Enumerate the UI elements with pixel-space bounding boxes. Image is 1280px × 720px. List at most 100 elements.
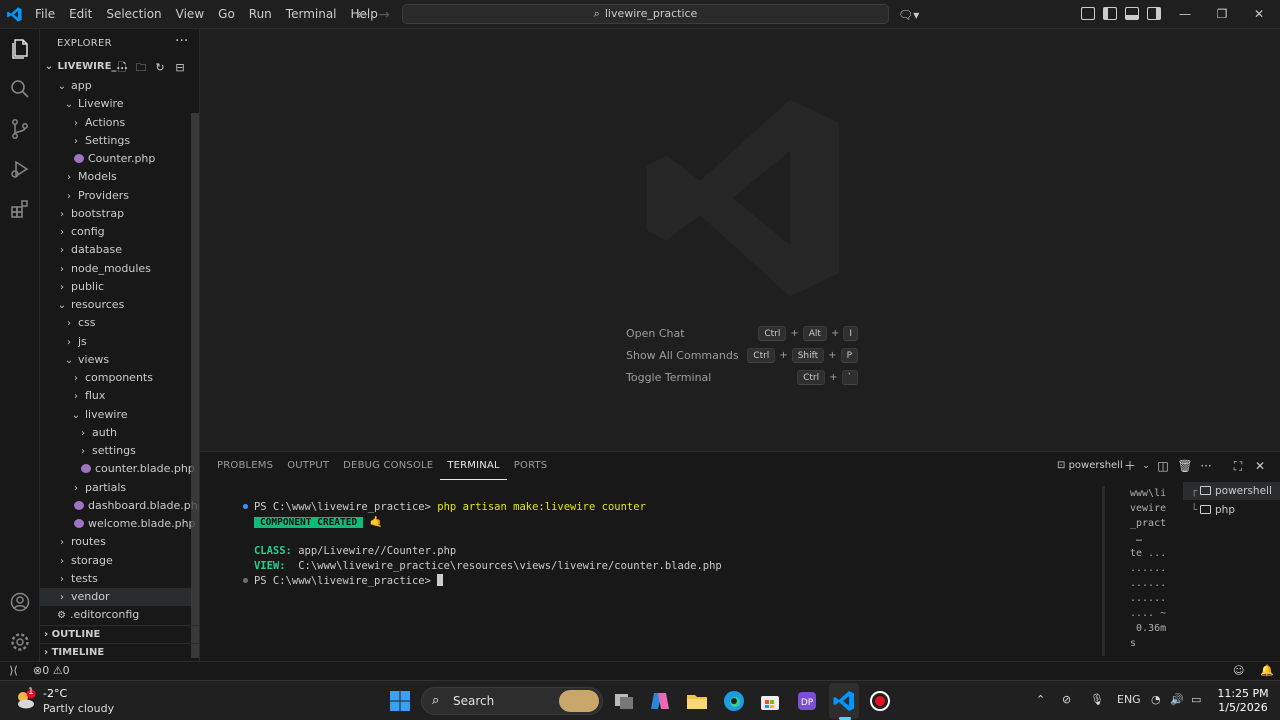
problems-status[interactable]: ⊗0 ⚠0 — [33, 664, 70, 677]
back-arrow-icon[interactable]: ← — [352, 5, 372, 25]
microsoft-store-icon[interactable] — [758, 689, 782, 713]
source-control-icon[interactable] — [8, 117, 32, 141]
chevron-down-icon[interactable]: ⌄ — [1138, 458, 1154, 474]
file-explorer-icon[interactable] — [685, 689, 709, 713]
tree-item[interactable]: › css — [40, 314, 192, 332]
tree-item[interactable]: ⚙ .editorconfig — [40, 606, 192, 624]
wifi-icon[interactable]: ◔ — [1151, 693, 1161, 706]
close-icon[interactable]: ✕ — [1240, 0, 1278, 29]
tree-item[interactable]: ⌄ resources — [40, 296, 192, 314]
tab-problems[interactable]: PROBLEMS — [210, 452, 280, 480]
toggle-panel-icon[interactable] — [1125, 7, 1139, 20]
restore-icon[interactable]: ❐ — [1203, 0, 1241, 29]
tree-item[interactable]: counter.blade.php — [40, 460, 195, 478]
tree-item[interactable]: Counter.php — [40, 150, 192, 168]
timeline-section[interactable]: › TIMELINE — [40, 643, 199, 661]
tab-output[interactable]: OUTPUT — [280, 452, 336, 480]
forward-arrow-icon[interactable]: → — [374, 5, 394, 25]
menu-edit[interactable]: Edit — [62, 0, 99, 29]
tree-item[interactable]: › Providers — [40, 187, 192, 205]
tree-item[interactable]: › auth — [40, 424, 192, 442]
tree-item[interactable]: › partials — [40, 479, 192, 497]
tree-item[interactable]: › Settings — [40, 132, 192, 150]
tree-item[interactable]: ⌄ livewire — [40, 406, 192, 424]
terminal-instance[interactable]: └ php — [1183, 501, 1280, 519]
tree-item[interactable]: ⌄ app — [40, 77, 192, 95]
tree-item[interactable]: › storage — [40, 552, 192, 570]
screen-record-icon[interactable] — [868, 689, 892, 713]
new-file-icon[interactable]: 🗋 — [115, 61, 129, 75]
show-hidden-icons-chevron-up-icon[interactable]: ⌃ — [1036, 693, 1045, 706]
tree-item[interactable]: dashboard.blade.php — [40, 497, 199, 515]
tree-item[interactable]: › js — [40, 333, 192, 351]
menu-terminal[interactable]: Terminal — [279, 0, 344, 29]
terminal-profile[interactable]: ⊡ powershell — [1057, 460, 1123, 471]
taskbar-search[interactable]: ⌕ Search — [421, 687, 603, 715]
copilot-app-icon[interactable] — [648, 689, 672, 713]
tree-item[interactable]: › components — [40, 369, 192, 387]
refresh-icon[interactable]: ↻ — [153, 61, 167, 75]
tree-item[interactable]: › database — [40, 241, 192, 259]
tree-item[interactable]: › Actions — [40, 114, 192, 132]
windows-start-icon[interactable] — [388, 689, 412, 713]
settings-gear-icon[interactable] — [8, 630, 32, 654]
menu-run[interactable]: Run — [242, 0, 279, 29]
split-terminal-icon[interactable]: ◫ — [1155, 458, 1171, 474]
edge-browser-icon[interactable] — [722, 689, 746, 713]
new-terminal-plus-icon[interactable]: ＋ — [1122, 458, 1138, 474]
copilot-status-icon[interactable]: ☺ — [1233, 664, 1244, 677]
tree-item[interactable]: › settings — [40, 442, 192, 460]
battery-icon[interactable]: ▭ — [1191, 693, 1201, 706]
toggle-primary-sidebar-icon[interactable] — [1103, 7, 1117, 20]
extensions-icon[interactable] — [8, 197, 32, 221]
menu-file[interactable]: File — [28, 0, 62, 29]
more-actions-icon[interactable]: ··· — [175, 33, 188, 49]
weather-widget[interactable]: 1 -2°C Partly cloudy — [14, 686, 134, 716]
tree-item[interactable]: › config — [40, 223, 192, 241]
more-actions-icon[interactable]: ··· — [1198, 458, 1214, 474]
terminal-scrollbar[interactable] — [1102, 486, 1105, 656]
close-panel-icon[interactable]: ✕ — [1252, 458, 1268, 474]
tree-item[interactable]: ⌄ Livewire — [40, 95, 192, 113]
menu-selection[interactable]: Selection — [99, 0, 168, 29]
language-indicator[interactable]: ENG — [1117, 693, 1141, 706]
trash-icon[interactable]: 🗑 — [1177, 458, 1193, 474]
tab-debug-console[interactable]: DEBUG CONSOLE — [336, 452, 440, 480]
tree-item[interactable]: › vendor — [40, 588, 192, 606]
tab-terminal[interactable]: TERMINAL — [440, 452, 507, 480]
tree-item[interactable]: › flux — [40, 387, 192, 405]
tree-item[interactable]: ⌄ views — [40, 351, 192, 369]
tree-item[interactable]: › Models — [40, 168, 192, 186]
tree-item[interactable]: › tests — [40, 570, 192, 588]
search-icon[interactable] — [8, 77, 32, 101]
menu-view[interactable]: View — [169, 0, 211, 29]
sidebar-scrollbar[interactable] — [191, 113, 199, 658]
accounts-icon[interactable] — [8, 590, 32, 614]
tree-item[interactable]: › routes — [40, 533, 192, 551]
maximize-panel-icon[interactable]: ⛶ — [1230, 458, 1246, 474]
task-view-icon[interactable] — [612, 689, 636, 713]
command-center-search[interactable]: ⌕ livewire_practice — [402, 4, 889, 24]
menu-go[interactable]: Go — [211, 0, 242, 29]
tree-item[interactable]: › bootstrap — [40, 205, 192, 223]
dev-app-icon[interactable]: DP — [795, 689, 819, 713]
microphone-icon[interactable]: 🎙 — [1090, 693, 1104, 706]
run-debug-icon[interactable] — [8, 157, 32, 181]
clock[interactable]: 11:25 PM 1/5/2026 — [1215, 687, 1271, 715]
explorer-files-icon[interactable] — [8, 37, 32, 61]
outline-section[interactable]: › OUTLINE — [40, 625, 199, 643]
collapse-all-icon[interactable]: ⊟ — [173, 61, 187, 75]
notifications-bell-icon[interactable]: 🔔 — [1260, 664, 1274, 677]
tree-item[interactable]: › node_modules — [40, 260, 192, 278]
bluetooth-off-icon[interactable]: ⊘ — [1062, 693, 1071, 706]
volume-icon[interactable]: 🔊 — [1170, 693, 1184, 706]
toggle-secondary-sidebar-icon[interactable] — [1147, 7, 1161, 20]
minimize-icon[interactable]: — — [1166, 0, 1204, 29]
vscode-taskbar-icon[interactable] — [832, 689, 856, 713]
tab-ports[interactable]: PORTS — [507, 452, 555, 480]
tree-item[interactable]: › public — [40, 278, 192, 296]
customize-layout-icon[interactable] — [1081, 7, 1095, 20]
remote-icon[interactable]: ⟩⟨ — [0, 662, 27, 680]
tree-item[interactable]: welcome.blade.php — [40, 515, 196, 533]
new-folder-icon[interactable]: 🗀 — [134, 61, 148, 75]
